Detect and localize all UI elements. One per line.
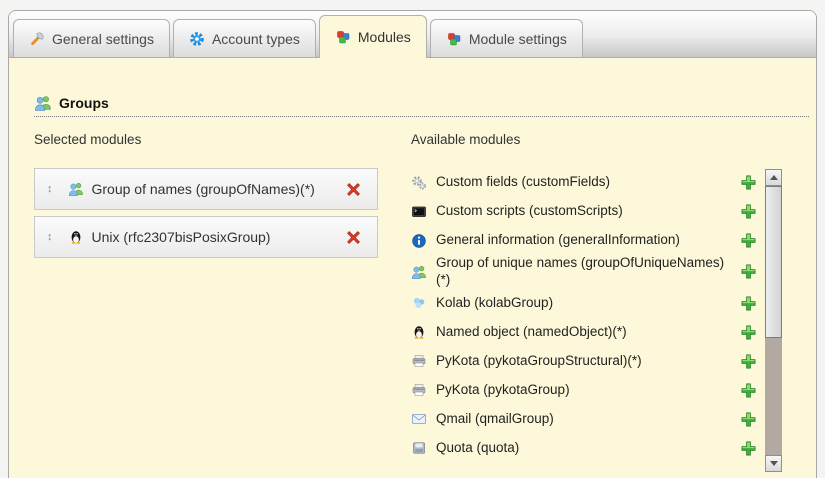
add-module-button[interactable]	[740, 174, 757, 191]
gear-icon	[189, 31, 205, 47]
drag-handle-icon[interactable]: ↕	[47, 184, 53, 195]
add-module-button[interactable]	[740, 232, 757, 249]
available-module-label: PyKota (pykotaGroupStructural)(*)	[436, 353, 734, 370]
available-module-row: Custom fields (customFields)	[411, 168, 757, 197]
available-module-label: Named object (namedObject)(*)	[436, 324, 734, 341]
available-module-row: Qmail (qmailGroup)	[411, 405, 757, 434]
available-module-row: Group of unique names (groupOfUniqueName…	[411, 255, 757, 289]
available-modules-panel: Available modules Custom fields (customF…	[411, 132, 782, 472]
printer-icon	[411, 382, 427, 398]
available-module-row: PyKota (pykotaGroupStructural)(*)	[411, 347, 757, 376]
section-title: Groups	[59, 95, 109, 111]
kolab-icon	[411, 295, 427, 311]
terminal-icon	[411, 204, 427, 220]
available-modules-list: Custom fields (customFields) Custom scri…	[411, 168, 757, 472]
tab-label: Modules	[358, 29, 411, 45]
available-module-label: Quota (quota)	[436, 440, 734, 457]
quota-icon	[411, 440, 427, 456]
modules-icon	[335, 29, 351, 45]
scroll-down-button[interactable]	[765, 455, 782, 472]
tab-modules[interactable]: Modules	[319, 15, 427, 58]
add-module-button[interactable]	[740, 353, 757, 370]
tab-label: Module settings	[469, 31, 567, 47]
available-module-row: Custom scripts (customScripts)	[411, 197, 757, 226]
selected-modules-label: Selected modules	[34, 132, 378, 147]
scrollbar[interactable]	[765, 169, 782, 472]
available-module-row: PyKota (pykotaGroup)	[411, 376, 757, 405]
selected-module-label: Group of names (groupOfNames)(*)	[92, 181, 347, 197]
modules-tab-content: Groups Selected modules ↕ Group of names…	[9, 58, 816, 472]
scrollbar-track[interactable]	[765, 186, 782, 455]
wrench-icon	[29, 31, 45, 47]
printer-icon	[411, 353, 427, 369]
modules-icon	[446, 31, 462, 47]
groups-icon	[34, 94, 52, 112]
group-icon	[411, 264, 427, 280]
drag-handle-icon[interactable]: ↕	[47, 232, 53, 243]
mail-icon	[411, 411, 427, 427]
available-module-row: Quota (quota)	[411, 434, 757, 463]
remove-module-button[interactable]	[346, 182, 361, 197]
add-module-button[interactable]	[740, 411, 757, 428]
available-module-label: Kolab (kolabGroup)	[436, 295, 734, 312]
selected-module-row[interactable]: ↕ Unix (rfc2307bisPosixGroup)	[34, 216, 378, 258]
add-module-button[interactable]	[740, 382, 757, 399]
remove-module-button[interactable]	[346, 230, 361, 245]
add-module-button[interactable]	[740, 295, 757, 312]
add-module-button[interactable]	[740, 324, 757, 341]
available-module-label: Qmail (qmailGroup)	[436, 411, 734, 428]
scrollbar-thumb[interactable]	[765, 186, 782, 338]
info-icon	[411, 233, 427, 249]
section-heading-groups: Groups	[34, 94, 809, 117]
tab-label: General settings	[52, 31, 154, 47]
tux-icon	[68, 229, 84, 245]
selected-module-row[interactable]: ↕ Group of names (groupOfNames)(*)	[34, 168, 378, 210]
available-module-row: Named object (namedObject)(*)	[411, 318, 757, 347]
triangle-up-icon	[770, 175, 778, 180]
tab-label: Account types	[212, 31, 300, 47]
add-module-button[interactable]	[740, 203, 757, 220]
triangle-down-icon	[770, 461, 778, 466]
available-modules-list-wrap: Custom fields (customFields) Custom scri…	[411, 168, 782, 472]
scroll-up-button[interactable]	[765, 169, 782, 186]
selected-modules-panel: Selected modules ↕ Group of names (group…	[34, 132, 378, 472]
add-module-button[interactable]	[740, 263, 757, 280]
gears-icon	[411, 175, 427, 191]
tab-bar: General settings Account types Modules M…	[9, 11, 816, 58]
tab-module-settings[interactable]: Module settings	[430, 19, 583, 57]
tux-icon	[411, 324, 427, 340]
add-module-button[interactable]	[740, 440, 757, 457]
tab-account-types[interactable]: Account types	[173, 19, 316, 57]
available-module-label: PyKota (pykotaGroup)	[436, 382, 734, 399]
settings-window: General settings Account types Modules M…	[8, 10, 817, 478]
available-module-label: Custom fields (customFields)	[436, 174, 734, 191]
available-module-row: Kolab (kolabGroup)	[411, 289, 757, 318]
available-module-label: Custom scripts (customScripts)	[436, 203, 734, 220]
available-module-label: General information (generalInformation)	[436, 232, 734, 249]
available-module-label: Group of unique names (groupOfUniqueName…	[436, 255, 734, 289]
selected-module-label: Unix (rfc2307bisPosixGroup)	[92, 229, 347, 245]
group-icon	[68, 181, 84, 197]
tab-general-settings[interactable]: General settings	[13, 19, 170, 57]
available-module-row: General information (generalInformation)	[411, 226, 757, 255]
available-modules-label: Available modules	[411, 132, 782, 147]
module-columns: Selected modules ↕ Group of names (group…	[34, 132, 809, 472]
